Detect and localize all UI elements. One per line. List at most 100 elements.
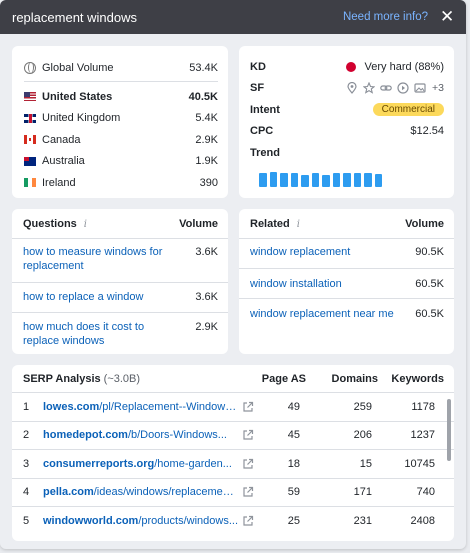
serp-url-link[interactable]: homedepot.com/b/Doors-Windows... — [43, 429, 238, 441]
trend-bar — [290, 172, 298, 187]
trend-label: Trend — [250, 146, 280, 159]
serp-rank: 5 — [23, 515, 30, 528]
serp-path: /ideas/windows/replacement... — [93, 486, 238, 499]
serp-url-link[interactable]: pella.com/ideas/windows/replacement... — [43, 486, 238, 498]
question-row: how much does it cost to replace windows… — [12, 313, 228, 353]
serp-path: /home-garden... — [154, 457, 232, 470]
serp-page-as: 49 — [287, 400, 300, 413]
serp-keywords: 2408 — [410, 515, 435, 528]
serp-url-link[interactable]: consumerreports.org/home-garden... — [43, 458, 238, 470]
col-page-as: Page AS — [261, 372, 306, 385]
video-play-icon[interactable] — [397, 82, 409, 94]
serp-path: /b/Doors-Windows... — [127, 429, 227, 442]
col-domains: Domains — [331, 372, 378, 385]
question-row: how to measure windows for replacement 3… — [12, 239, 228, 283]
serp-domain: pella.com — [43, 486, 94, 499]
serp-rank: 1 — [23, 400, 30, 413]
kd-label: KD — [250, 60, 266, 73]
related-row: window replacement near me 60.5K — [239, 299, 454, 343]
image-icon[interactable] — [414, 82, 426, 94]
country-name: Canada — [42, 133, 81, 146]
serp-domains: 206 — [353, 429, 372, 442]
sf-more-count[interactable]: +3 — [432, 82, 444, 94]
trend-bar — [343, 172, 351, 187]
country-row-ie: Ireland 390 — [24, 172, 218, 194]
country-name: United States — [42, 90, 113, 103]
serp-domains: 259 — [353, 400, 372, 413]
serp-domain: homedepot.com — [43, 429, 128, 442]
serp-row: 5 windowworld.com/products/windows... 25 23… — [12, 507, 454, 536]
question-volume: 3.6K — [195, 291, 218, 303]
need-more-info-link[interactable]: Need more info? — [343, 11, 428, 23]
ie-flag-icon — [24, 178, 36, 188]
serp-rank: 4 — [23, 486, 30, 499]
country-row-us: United States 40.5K — [24, 86, 218, 108]
col-keywords: Keywords — [391, 372, 444, 385]
question-link[interactable]: how to measure windows for replacement — [23, 245, 178, 282]
info-icon[interactable]: i — [297, 219, 300, 230]
external-link-icon[interactable] — [238, 486, 258, 498]
related-volume: 90.5K — [415, 246, 444, 258]
questions-card: Questions i Volume how to measure windows… — [12, 209, 228, 354]
trend-bar — [311, 172, 319, 187]
related-volume: 60.5K — [415, 278, 444, 290]
location-pin-icon[interactable] — [346, 82, 358, 95]
related-row: window replacement 90.5K — [239, 239, 454, 269]
kd-row: KD Very hard (88%) — [250, 56, 444, 78]
global-volume-label: Global Volume — [42, 61, 114, 74]
kd-value: Very hard (88%) — [364, 60, 444, 73]
volume-card: Global Volume 53.4K United States 40.5K … — [12, 46, 228, 198]
serp-keywords: 10745 — [404, 457, 435, 470]
external-link-icon[interactable] — [238, 458, 258, 470]
country-volume: 1.9K — [195, 155, 218, 168]
serp-page-as: 45 — [287, 429, 300, 442]
trend-chart — [259, 171, 445, 187]
serp-path: /pl/Replacement--Windows... — [99, 400, 238, 413]
star-icon[interactable] — [363, 82, 376, 94]
serp-rank: 3 — [23, 457, 30, 470]
serp-row: 2 homedepot.com/b/Doors-Windows... 45 206 12… — [12, 422, 454, 450]
serp-domain: windowworld.com — [43, 515, 139, 528]
related-link[interactable]: window replacement — [250, 245, 405, 268]
serp-rank: 2 — [23, 429, 30, 442]
country-row-ca: Canada 2.9K — [24, 129, 218, 151]
sf-label: SF — [250, 82, 265, 95]
cpc-value: $12.54 — [410, 125, 444, 138]
question-volume: 2.9K — [195, 321, 218, 333]
country-name: Ireland — [42, 176, 76, 189]
related-link[interactable]: window installation — [250, 277, 405, 298]
serp-scrollbar[interactable] — [447, 399, 451, 461]
related-link[interactable]: window replacement near me — [250, 307, 405, 343]
question-link[interactable]: how to replace a window — [23, 290, 178, 312]
intent-badge: Commercial — [372, 103, 444, 117]
kd-indicator-dot — [345, 61, 356, 72]
serp-url-link[interactable]: lowes.com/pl/Replacement--Windows... — [43, 401, 238, 413]
trend-bar — [259, 172, 267, 187]
globe-icon — [24, 61, 36, 74]
external-link-icon[interactable] — [238, 515, 258, 527]
serp-title: SERP Analysis — [23, 372, 101, 385]
serp-url-link[interactable]: windowworld.com/products/windows... — [43, 515, 238, 527]
questions-volume-header: Volume — [179, 217, 218, 230]
question-link[interactable]: how much does it cost to replace windows — [23, 320, 178, 353]
serp-path: /products/windows... — [138, 515, 238, 528]
serp-keywords: 1237 — [410, 429, 435, 442]
serp-row: 1 lowes.com/pl/Replacement--Windows... 49 2… — [12, 393, 454, 422]
external-link-icon[interactable] — [238, 401, 258, 413]
serp-keywords: 740 — [416, 486, 435, 499]
related-volume-header: Volume — [405, 217, 444, 230]
close-icon[interactable]: ✕ — [440, 8, 454, 25]
question-volume: 3.6K — [195, 246, 218, 258]
related-header: Related i Volume — [239, 209, 454, 239]
serp-page-as: 18 — [287, 457, 300, 470]
trend-bar — [364, 172, 372, 187]
serp-rows: 1 lowes.com/pl/Replacement--Windows... 49 2… — [12, 393, 454, 536]
global-volume-value: 53.4K — [189, 61, 218, 74]
related-card: Related i Volume window replacement 90.5K… — [239, 209, 454, 354]
info-icon[interactable]: i — [84, 219, 87, 230]
related-row: window installation 60.5K — [239, 269, 454, 299]
link-icon[interactable] — [380, 82, 392, 94]
serp-header: SERP Analysis (~3.0B) Page AS Domains Key… — [12, 365, 454, 393]
external-link-icon[interactable] — [238, 429, 258, 441]
serp-results-count: (~3.0B) — [103, 372, 141, 385]
